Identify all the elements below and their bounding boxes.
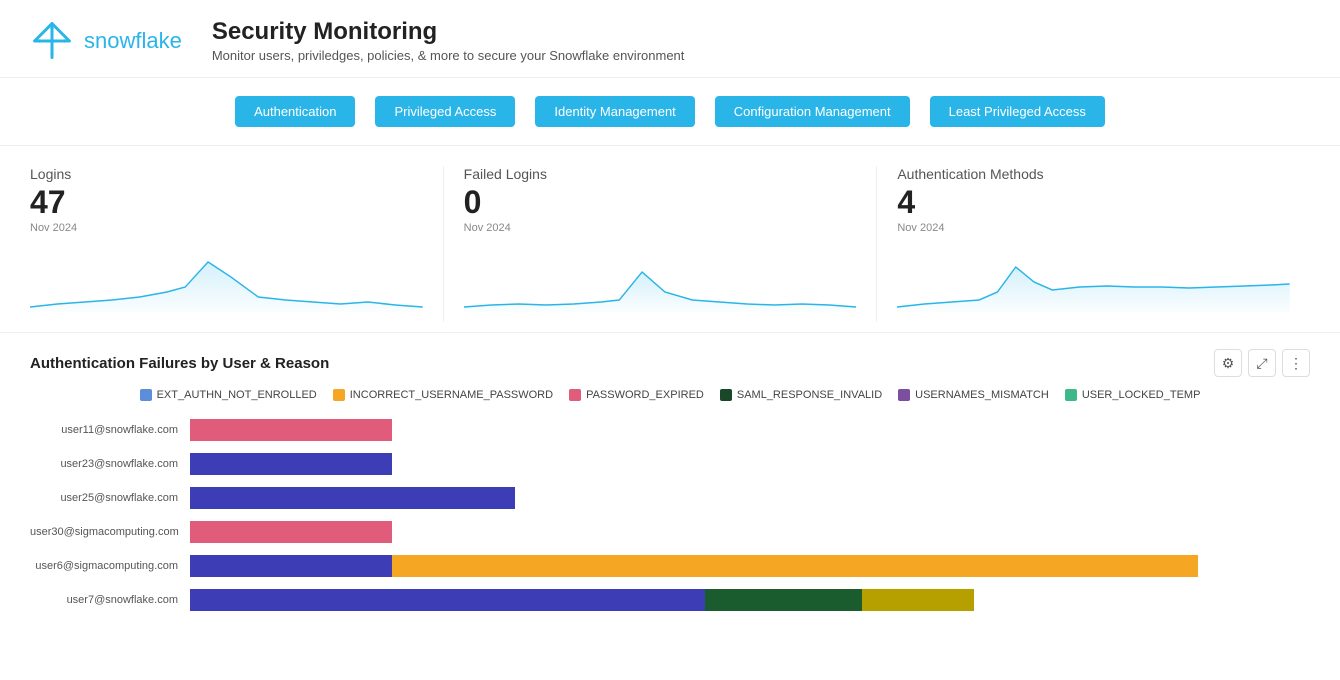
legend-color — [333, 389, 345, 401]
bar-chart: user11@snowflake.com user23@snowflake.com… — [30, 413, 1310, 617]
bar-segments-container — [190, 453, 1310, 475]
bar-segments-container — [190, 521, 1310, 543]
metric-label: Logins — [30, 166, 423, 182]
tab-authentication[interactable]: Authentication — [235, 96, 355, 127]
tab-privileged-access[interactable]: Privileged Access — [375, 96, 515, 127]
legend-item-incorrect-pwd: INCORRECT_USERNAME_PASSWORD — [333, 389, 553, 401]
legend-item-pwd-expired: PASSWORD_EXPIRED — [569, 389, 704, 401]
bar-segment-incorrect-username-password — [392, 555, 1198, 577]
page-subtitle: Monitor users, priviledges, policies, & … — [212, 48, 685, 63]
legend-item-saml-invalid: SAML_RESPONSE_INVALID — [720, 389, 882, 401]
sparkline-area: Oct 2023Dec 2023Feb 2024Apr 2024Jun 2024… — [30, 242, 423, 312]
bar-segments-container — [190, 589, 1310, 611]
legend-label: USERNAMES_MISMATCH — [915, 389, 1049, 401]
bar-user-label: user30@sigmacomputing.com — [30, 526, 190, 538]
header: snowflake Security Monitoring Monitor us… — [0, 0, 1340, 78]
legend-item-usernames-mismatch: USERNAMES_MISMATCH — [898, 389, 1049, 401]
legend-label: USER_LOCKED_TEMP — [1082, 389, 1201, 401]
bar-row: user30@sigmacomputing.com — [30, 515, 1310, 549]
metric-card-logins: Logins 47 Nov 2024 Oct 2023Dec 2023Feb 2… — [30, 166, 444, 322]
bar-segments-container — [190, 555, 1310, 577]
logo-text: snowflake — [84, 28, 182, 54]
legend-color — [720, 389, 732, 401]
metric-value: 0 — [464, 186, 857, 218]
tab-identity-management[interactable]: Identity Management — [535, 96, 694, 127]
bar-row: user6@sigmacomputing.com — [30, 549, 1310, 583]
bar-segment-password-expired — [190, 521, 392, 543]
metric-label: Failed Logins — [464, 166, 857, 182]
filter-button[interactable]: ⚙ — [1214, 349, 1242, 377]
expand-button[interactable]: ⤢ — [1248, 349, 1276, 377]
bar-segments-container — [190, 419, 1310, 441]
legend-item-user-locked: USER_LOCKED_TEMP — [1065, 389, 1201, 401]
bar-user-label: user11@snowflake.com — [30, 424, 190, 436]
bar-segment-ext-authn-not-enrolled — [190, 589, 705, 611]
snowflake-logo-icon — [30, 19, 74, 63]
section-actions: ⚙ ⤢ ⋮ — [1214, 349, 1310, 377]
legend-color — [569, 389, 581, 401]
metric-period: Nov 2024 — [897, 222, 1290, 234]
legend-label: INCORRECT_USERNAME_PASSWORD — [350, 389, 553, 401]
metric-card-failed-logins: Failed Logins 0 Nov 2024 Oct 2023Dec 202… — [464, 166, 878, 322]
bar-row: user11@snowflake.com — [30, 413, 1310, 447]
metric-period: Nov 2024 — [464, 222, 857, 234]
metric-period: Nov 2024 — [30, 222, 423, 234]
header-titles: Security Monitoring Monitor users, privi… — [212, 18, 685, 63]
bar-segment-ext-authn-not-enrolled — [190, 555, 392, 577]
section-title: Authentication Failures by User & Reason — [30, 355, 329, 372]
legend-label: EXT_AUTHN_NOT_ENROLLED — [157, 389, 317, 401]
more-button[interactable]: ⋮ — [1282, 349, 1310, 377]
sparkline-area: Oct 2023Dec 2023Feb 2024Apr 2024Jun 2024… — [897, 242, 1290, 312]
section-header: Authentication Failures by User & Reason… — [30, 349, 1310, 377]
metric-label: Authentication Methods — [897, 166, 1290, 182]
bar-row: user23@snowflake.com — [30, 447, 1310, 481]
legend-label: PASSWORD_EXPIRED — [586, 389, 704, 401]
bar-row: user7@snowflake.com — [30, 583, 1310, 617]
bar-user-label: user23@snowflake.com — [30, 458, 190, 470]
page-title: Security Monitoring — [212, 18, 685, 46]
legend-color — [1065, 389, 1077, 401]
chart-section: Authentication Failures by User & Reason… — [0, 333, 1340, 633]
metric-value: 4 — [897, 186, 1290, 218]
bar-user-label: user6@sigmacomputing.com — [30, 560, 190, 572]
tab-least-privileged-access[interactable]: Least Privileged Access — [930, 96, 1105, 127]
bar-user-label: user25@snowflake.com — [30, 492, 190, 504]
nav-tabs: Authentication Privileged Access Identity … — [0, 78, 1340, 146]
legend-item-ext-authn: EXT_AUTHN_NOT_ENROLLED — [140, 389, 317, 401]
legend-color — [898, 389, 910, 401]
legend-color — [140, 389, 152, 401]
bar-segments-container — [190, 487, 1310, 509]
metric-card-auth-methods: Authentication Methods 4 Nov 2024 Oct 20… — [897, 166, 1310, 322]
sparkline-area: Oct 2023Dec 2023Feb 2024Apr 2024Jun 2024… — [464, 242, 857, 312]
tab-configuration-management[interactable]: Configuration Management — [715, 96, 910, 127]
legend-label: SAML_RESPONSE_INVALID — [737, 389, 882, 401]
bar-segment-ext-authn-not-enrolled — [190, 487, 515, 509]
bar-segment-usernames-mismatch — [862, 589, 974, 611]
metrics-row: Logins 47 Nov 2024 Oct 2023Dec 2023Feb 2… — [0, 146, 1340, 333]
bar-user-label: user7@snowflake.com — [30, 594, 190, 606]
bar-segment-saml-response-invalid — [705, 589, 862, 611]
metric-value: 47 — [30, 186, 423, 218]
bar-row: user25@snowflake.com — [30, 481, 1310, 515]
legend: EXT_AUTHN_NOT_ENROLLED INCORRECT_USERNAM… — [30, 389, 1310, 401]
logo: snowflake — [30, 19, 182, 63]
bar-segment-ext-authn-not-enrolled — [190, 453, 392, 475]
bar-segment-password-expired — [190, 419, 392, 441]
